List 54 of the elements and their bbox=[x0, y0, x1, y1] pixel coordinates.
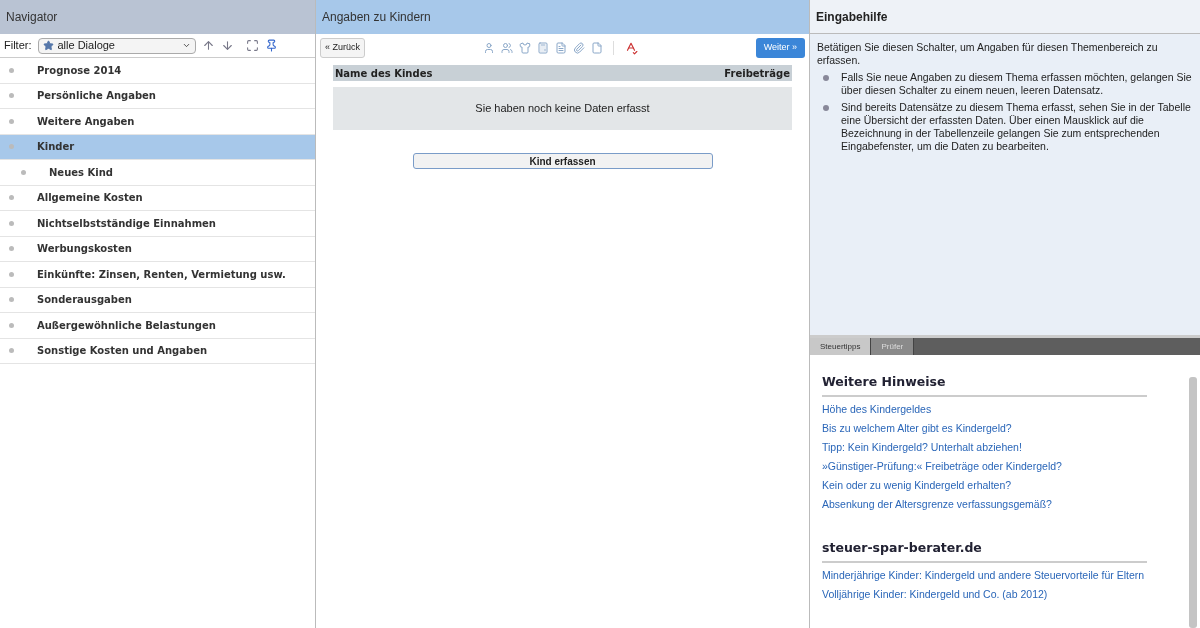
tip-link[interactable]: Tipp: Kein Kindergeld? Unterhalt abziehen! bbox=[822, 440, 1022, 453]
toolbar-icon[interactable] bbox=[590, 42, 603, 54]
bullet-icon bbox=[823, 75, 829, 81]
empty-message: Sie haben noch keine Daten erfasst bbox=[333, 87, 792, 130]
filter-label: Filter: bbox=[4, 38, 32, 54]
add-child-button[interactable]: Kind erfassen bbox=[412, 153, 713, 169]
arrow-up-icon[interactable] bbox=[201, 39, 215, 52]
tip-link[interactable]: »Günstiger-Prüfung:« Freibeträge oder Kindergeld? bbox=[822, 459, 1062, 472]
toolbar-icon[interactable] bbox=[536, 42, 549, 54]
help-text: Sind bereits Datensätze zu diesem Thema erfasst, sehen Sie in der Tabelle eine Übersicht der erfassten Daten. Über einen Mausklick auf die Bezeichnung in der Tabellenzeile gelangen Sie zum entsprechenden Eingabefenster, um die Daten zu bearbeiten. bbox=[841, 101, 1192, 153]
column-header[interactable]: Freibeträge bbox=[724, 65, 790, 81]
expand-icon[interactable] bbox=[245, 39, 259, 52]
tip-link[interactable]: Volljährige Kinder: Kindergeld und Co. (ab 2012) bbox=[822, 587, 1048, 600]
bullet-icon bbox=[9, 118, 14, 124]
caret-icon bbox=[181, 41, 191, 50]
panel-header: Angaben zu Kindern bbox=[316, 0, 809, 34]
nav-item[interactable]: Kinder bbox=[0, 134, 315, 160]
toolbar-icon[interactable] bbox=[482, 42, 495, 54]
tip-link[interactable]: Minderjährige Kinder: Kindergeld und andere Steuervorteile für Eltern bbox=[822, 568, 1145, 581]
tip-link[interactable]: Absenkung der Altersgrenze verfassungsgemäß? bbox=[822, 497, 1052, 510]
help-text: Falls Sie neue Angaben zu diesem Thema erfassen möchten, gelangen Sie über diesen Schalter zu einem neuen, leeren Datensatz. bbox=[841, 71, 1193, 97]
tab[interactable]: Steuertipps bbox=[810, 338, 872, 355]
bullet-icon bbox=[9, 322, 14, 328]
bullet-icon bbox=[9, 220, 14, 226]
tip-link[interactable]: Höhe des Kindergeldes bbox=[822, 402, 932, 415]
section-heading: steuer-spar-berater.de bbox=[822, 538, 1147, 563]
panel-header: Eingabehilfe bbox=[810, 0, 1200, 34]
toolbar-icon[interactable] bbox=[518, 42, 531, 54]
star-icon bbox=[42, 40, 54, 51]
tip-link[interactable]: Bis zu welchem Alter gibt es Kindergeld? bbox=[822, 421, 1012, 434]
bullet-icon bbox=[9, 246, 14, 252]
tip-link[interactable]: Kein oder zu wenig Kindergeld erhalten? bbox=[822, 478, 1012, 491]
bullet-icon bbox=[9, 271, 14, 277]
scrollbar[interactable] bbox=[1189, 377, 1197, 628]
bullet-icon bbox=[9, 93, 14, 99]
help-text: Betätigen Sie diesen Schalter, um Angaben für diesen Themenbereich zu erfassen. bbox=[817, 41, 1159, 67]
panel-header: Navigator bbox=[0, 0, 315, 34]
bullet-icon bbox=[21, 169, 26, 175]
filter-select[interactable]: alle Dialoge bbox=[37, 37, 196, 54]
next-button[interactable]: Weiter » bbox=[755, 38, 805, 58]
bullet-icon bbox=[9, 144, 14, 150]
section-heading: Weitere Hinweise bbox=[822, 373, 1147, 397]
back-button[interactable]: « Zurück bbox=[320, 38, 365, 58]
bullet-icon bbox=[823, 105, 829, 111]
toolbar-icon[interactable] bbox=[554, 42, 567, 54]
toolbar-icon[interactable] bbox=[572, 42, 585, 54]
bullet-icon bbox=[9, 195, 14, 201]
bullet-icon bbox=[9, 67, 14, 73]
bullet-icon bbox=[9, 297, 14, 303]
arrow-down-icon[interactable] bbox=[220, 39, 234, 52]
column-header[interactable]: Name des Kindes bbox=[335, 65, 433, 81]
bullet-icon bbox=[9, 348, 14, 354]
pin-icon[interactable] bbox=[264, 39, 278, 52]
toolbar-icon[interactable] bbox=[500, 42, 513, 54]
